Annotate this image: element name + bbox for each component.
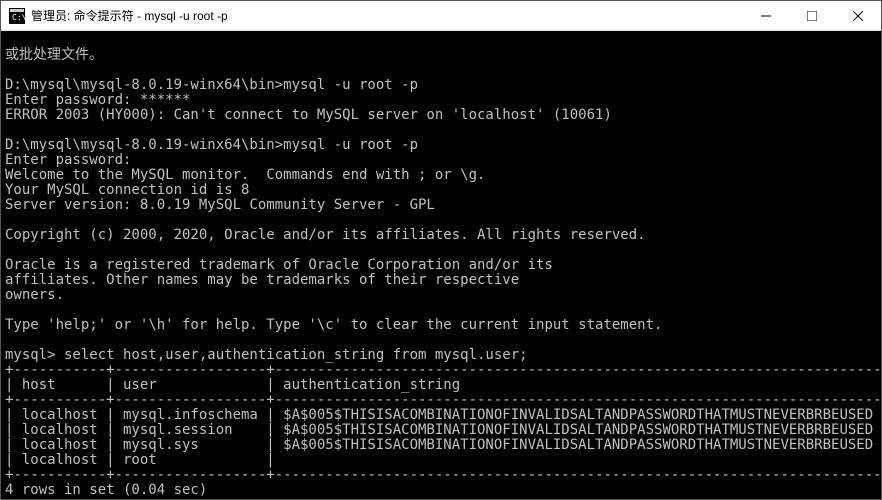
maximize-button[interactable]: [789, 1, 835, 30]
terminal-line: Server version: 8.0.19 MySQL Community S…: [5, 197, 435, 213]
terminal-line: | localhost | mysql.infoschema | $A$005$…: [5, 407, 881, 423]
terminal-line: Copyright (c) 2000, 2020, Oracle and/or …: [5, 227, 646, 243]
terminal-line: Enter password: ******: [5, 92, 190, 108]
cmd-icon: C:\: [9, 8, 25, 24]
terminal-line: | localhost | mysql.sys | $A$005$THISISA…: [5, 437, 881, 453]
terminal-line: Type 'help;' or '\h' for help. Type '\c'…: [5, 317, 662, 333]
svg-text:C:\: C:\: [12, 13, 25, 22]
terminal-line: D:\mysql\mysql-8.0.19-winx64\bin>mysql -…: [5, 137, 418, 153]
window-controls: [743, 1, 881, 30]
terminal-line: | localhost | mysql.session | $A$005$THI…: [5, 422, 881, 438]
terminal-line: Oracle is a registered trademark of Orac…: [5, 257, 553, 273]
terminal-line: +-----------+------------------+--------…: [5, 467, 881, 483]
terminal-line: Enter password:: [5, 152, 131, 168]
terminal-line: +-----------+------------------+--------…: [5, 392, 881, 408]
minimize-button[interactable]: [743, 1, 789, 30]
terminal-line: mysql> select host,user,authentication_s…: [5, 347, 528, 363]
terminal-line: | host | user | authentication_string |: [5, 377, 881, 393]
terminal-line: 或批处理文件。: [5, 47, 103, 63]
titlebar[interactable]: C:\ 管理员: 命令提示符 - mysql -u root -p: [1, 1, 881, 31]
terminal-line: 4 rows in set (0.04 sec): [5, 482, 207, 498]
terminal-line: +-----------+------------------+--------…: [5, 362, 881, 378]
terminal-line: Your MySQL connection id is 8: [5, 182, 249, 198]
window-frame: C:\ 管理员: 命令提示符 - mysql -u root -p 或批处理文件…: [0, 0, 882, 500]
close-button[interactable]: [835, 1, 881, 30]
terminal-area[interactable]: 或批处理文件。 D:\mysql\mysql-8.0.19-winx64\bin…: [1, 31, 881, 499]
terminal-line: owners.: [5, 287, 64, 303]
terminal-line: affiliates. Other names may be trademark…: [5, 272, 519, 288]
terminal-line: ERROR 2003 (HY000): Can't connect to MyS…: [5, 107, 612, 123]
terminal-line: Welcome to the MySQL monitor. Commands e…: [5, 167, 485, 183]
terminal-line: D:\mysql\mysql-8.0.19-winx64\bin>mysql -…: [5, 77, 418, 93]
terminal-line: | localhost | root | |: [5, 452, 881, 468]
window-title: 管理员: 命令提示符 - mysql -u root -p: [31, 7, 743, 24]
